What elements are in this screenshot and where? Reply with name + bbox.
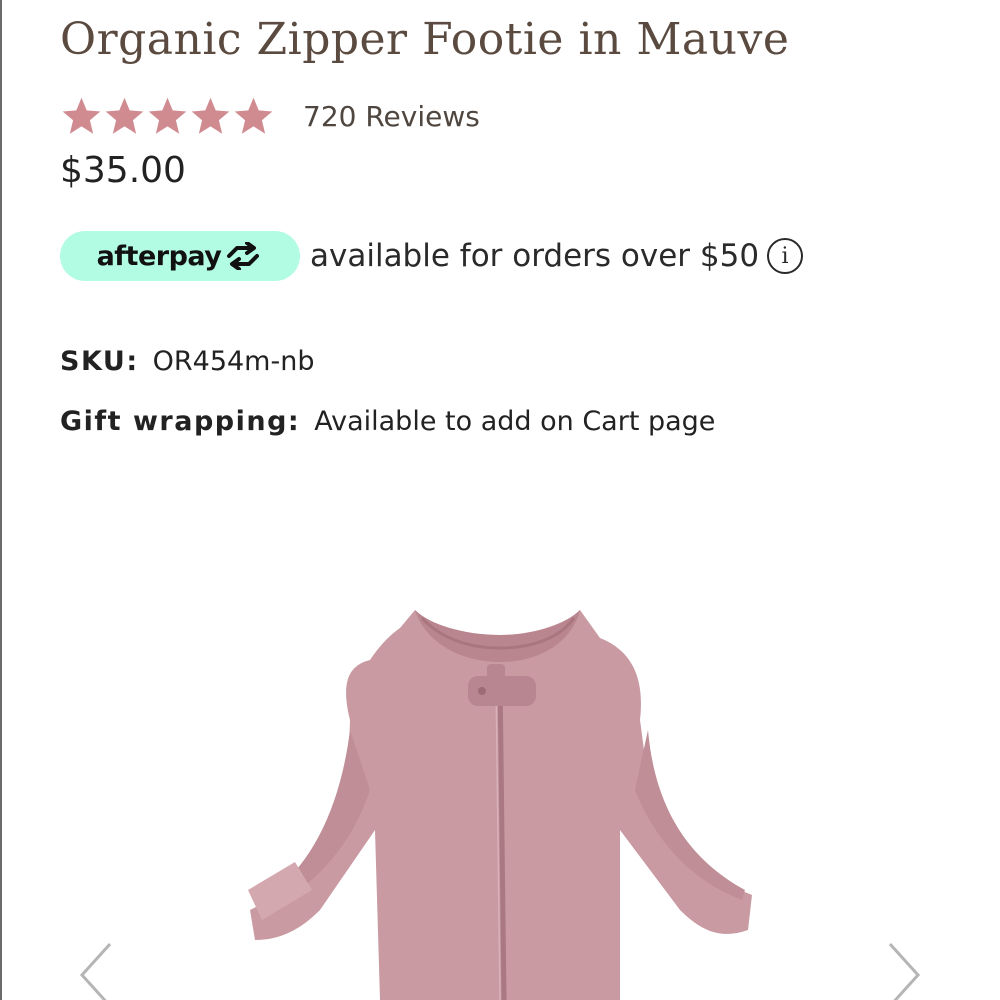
product-price: $35.00 xyxy=(60,150,186,191)
chevron-left-icon[interactable] xyxy=(76,940,116,1000)
star-icon xyxy=(234,97,273,134)
star-icon xyxy=(148,97,187,134)
afterpay-badge[interactable]: afterpay xyxy=(60,231,300,281)
afterpay-message: available for orders over $50 xyxy=(310,238,760,274)
sku-row: SKU: OR454m-nb xyxy=(60,346,314,377)
reviews-link[interactable]: 720 Reviews xyxy=(303,100,480,133)
rating-row[interactable]: 720 Reviews xyxy=(60,94,480,138)
product-title: Organic Zipper Footie in Mauve xyxy=(60,14,790,65)
star-rating xyxy=(60,95,275,138)
page-left-border xyxy=(0,0,2,1000)
sku-label: SKU: xyxy=(60,346,139,377)
gift-wrapping-row: Gift wrapping: Available to add on Cart p… xyxy=(60,406,715,437)
afterpay-banner: afterpay available for orders over $50 i xyxy=(60,230,804,282)
star-icon xyxy=(105,97,144,134)
gift-wrapping-label: Gift wrapping: xyxy=(60,406,301,437)
product-image[interactable] xyxy=(200,590,800,1000)
star-icon xyxy=(62,97,101,134)
afterpay-logo-text: afterpay xyxy=(96,240,222,272)
chevron-right-icon[interactable] xyxy=(884,940,924,1000)
gift-wrapping-value: Available to add on Cart page xyxy=(314,406,716,437)
info-icon[interactable]: i xyxy=(767,238,804,274)
sku-value: OR454m-nb xyxy=(152,346,315,377)
star-icon xyxy=(191,97,230,134)
afterpay-arrows-icon xyxy=(227,242,260,270)
